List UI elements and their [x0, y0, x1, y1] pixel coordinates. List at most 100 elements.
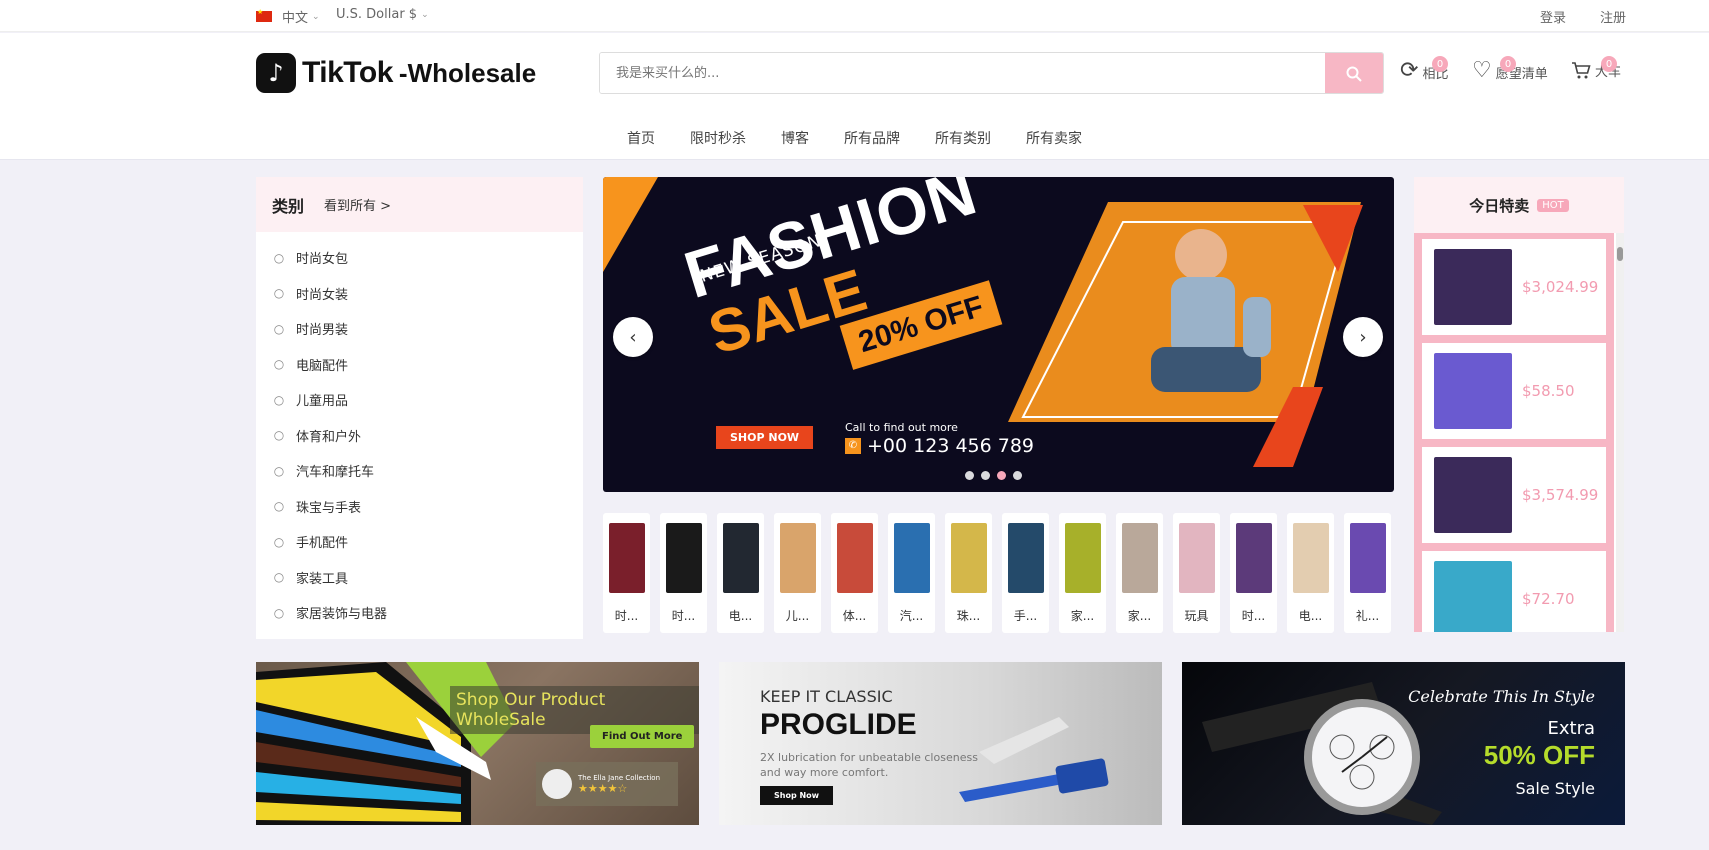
slider-dot[interactable] — [1013, 471, 1022, 480]
language-selector[interactable]: 中文 ⌄ — [256, 7, 320, 26]
category-thumbnail[interactable]: 珠... — [945, 513, 992, 633]
thumbnail-label: 家... — [1127, 609, 1152, 623]
deal-item[interactable]: $72.70 — [1422, 551, 1606, 632]
see-all-link[interactable]: 看到所有 > — [324, 195, 391, 214]
search-input[interactable] — [600, 53, 1325, 93]
chevron-down-icon: ⌄ — [312, 11, 320, 22]
category-item[interactable]: ○ 体育和户外 — [256, 418, 583, 454]
deals-scrollbar-thumb[interactable] — [1617, 247, 1623, 261]
category-thumbnail[interactable]: 礼... — [1344, 513, 1391, 633]
category-thumbnails: 时... 时... 电... 儿... 体... 汽... 珠... 手... 家... 家...… — [603, 513, 1394, 633]
refresh-icon: ⟳ — [1400, 58, 1419, 83]
thumbnail-image — [1292, 523, 1329, 593]
category-item[interactable]: ○ 珠宝与手表 — [256, 489, 583, 525]
watch-script: Celebrate This In Style — [1408, 687, 1595, 706]
cart-button[interactable]: 大车 0 — [1571, 56, 1621, 80]
banner-watch[interactable]: Celebrate This In Style Extra 50% OFF Sa… — [1182, 662, 1625, 825]
deal-item[interactable]: $3,024.99 — [1422, 239, 1606, 335]
category-thumbnail[interactable]: 汽... — [888, 513, 935, 633]
header: ♪ TikTok -Wholesale ⟳ 相比 0 ♡ 愿望清单 0 大车 0… — [0, 33, 1709, 160]
thumbnail-label: 时... — [1241, 609, 1266, 623]
shop-now-button[interactable]: SHOP NOW — [716, 426, 814, 449]
slider-dot[interactable] — [981, 471, 990, 480]
category-thumbnail[interactable]: 时... — [1230, 513, 1277, 633]
nav-item-categories[interactable]: 所有类别 — [935, 128, 991, 148]
deal-item[interactable]: $58.50 — [1422, 343, 1606, 439]
category-thumbnail[interactable]: 手... — [1002, 513, 1049, 633]
brand-name: The Ella Jane Collection — [578, 773, 661, 782]
category-item[interactable]: ○ 时尚男装 — [256, 311, 583, 347]
register-link[interactable]: 注册 — [1600, 7, 1626, 26]
category-item[interactable]: ○ 电脑配件 — [256, 347, 583, 383]
proglide-desc-1: 2X lubrication for unbeatable closeness — [760, 751, 978, 764]
category-thumbnail[interactable]: 儿... — [774, 513, 821, 633]
brand-stars: ★★★★☆ — [578, 781, 628, 795]
category-thumbnail[interactable]: 家... — [1116, 513, 1163, 633]
category-thumbnail[interactable]: 时... — [660, 513, 707, 633]
category-item[interactable]: ○ 儿童用品 — [256, 382, 583, 418]
thumbnail-label: 儿... — [785, 609, 810, 623]
category-item[interactable]: ○ 汽车和摩托车 — [256, 453, 583, 489]
find-out-more-button[interactable]: Find Out More — [590, 725, 695, 748]
thumbnail-label: 玩具 — [1184, 609, 1209, 623]
tiktok-logo-icon: ♪ — [256, 53, 296, 93]
nav-item-brands[interactable]: 所有品牌 — [844, 128, 900, 148]
category-thumbnail[interactable]: 电... — [1287, 513, 1334, 633]
category-item[interactable]: ○ 时尚女装 — [256, 276, 583, 312]
nav-item-home[interactable]: 首页 — [627, 128, 655, 148]
slider-dot[interactable] — [965, 471, 974, 480]
logo[interactable]: ♪ TikTok -Wholesale — [256, 53, 536, 93]
banner-proglide[interactable]: KEEP IT CLASSIC PROGLIDE 2X lubrication … — [719, 662, 1162, 825]
home-icon: ○ — [273, 605, 285, 620]
wishlist-button[interactable]: ♡ 愿望清单 0 — [1472, 56, 1548, 82]
category-item[interactable]: ○ 时尚女包 — [256, 240, 583, 276]
category-item[interactable]: ○ 手机配件 — [256, 524, 583, 560]
thumbnail-image — [1349, 523, 1386, 593]
deal-image — [1434, 249, 1512, 325]
nav-item-sellers[interactable]: 所有卖家 — [1026, 128, 1082, 148]
category-thumbnail[interactable]: 体... — [831, 513, 878, 633]
proglide-title: PROGLIDE — [760, 708, 917, 741]
category-item-label: 时尚男装 — [296, 323, 349, 339]
category-item[interactable]: ○ 家装工具 — [256, 560, 583, 596]
logo-suffix: -Wholesale — [398, 57, 537, 88]
chevron-right-icon: › — [1359, 326, 1367, 348]
banner-wholesale[interactable]: Shop Our Product WholeSale Find Out More… — [256, 662, 699, 825]
category-thumbnail[interactable]: 玩具 — [1173, 513, 1220, 633]
category-thumbnail[interactable]: 时... — [603, 513, 650, 633]
deal-item[interactable]: $3,574.99 — [1422, 447, 1606, 543]
deal-image — [1434, 561, 1512, 632]
watch-offer: 50% OFF — [1483, 740, 1595, 770]
slider-next-button[interactable]: › — [1343, 317, 1383, 357]
main-nav: 首页 限时秒杀 博客 所有品牌 所有类别 所有卖家 — [0, 128, 1709, 148]
deals-scrollbar[interactable] — [1616, 233, 1624, 632]
nav-item-flash-sale[interactable]: 限时秒杀 — [690, 128, 746, 148]
computer-icon: ○ — [273, 357, 285, 372]
category-thumbnail[interactable]: 家... — [1059, 513, 1106, 633]
todays-deals-title: 今日特卖 — [1469, 196, 1530, 215]
proglide-shop-now-button[interactable]: Shop Now — [760, 786, 834, 805]
nav-item-blog[interactable]: 博客 — [781, 128, 809, 148]
watch-sub: Sale Style — [1515, 779, 1595, 798]
slider-prev-button[interactable]: ‹ — [613, 317, 653, 357]
dress-icon: ○ — [273, 286, 285, 301]
search-button[interactable] — [1325, 53, 1383, 93]
top-bar: 中文 ⌄ U.S. Dollar $ ⌄ 登录 注册 — [0, 0, 1709, 32]
proglide-kicker: KEEP IT CLASSIC — [760, 687, 893, 706]
category-header: 类别 看到所有 > — [256, 177, 583, 232]
deal-price: $72.70 — [1522, 590, 1575, 608]
thumbnail-image — [836, 523, 873, 593]
currency-selector[interactable]: U.S. Dollar $ ⌄ — [336, 7, 429, 22]
hero-slider: NEW SEASON FASHION SALE 20% OFF SHOP NOW… — [603, 177, 1394, 492]
compare-button[interactable]: ⟳ 相比 0 — [1400, 56, 1448, 83]
thumbnail-label: 体... — [842, 609, 867, 623]
login-link[interactable]: 登录 — [1540, 7, 1566, 26]
phone-row: ✆ +00 123 456 789 — [845, 435, 1034, 457]
shirt-icon: ○ — [273, 321, 285, 336]
category-item[interactable]: ○ 家居装饰与电器 — [256, 595, 583, 631]
register-label: 注册 — [1600, 11, 1627, 26]
thumbnail-image — [665, 523, 702, 593]
category-thumbnail[interactable]: 电... — [717, 513, 764, 633]
slider-dot[interactable] — [997, 471, 1006, 480]
thumbnail-label: 时... — [614, 609, 639, 623]
